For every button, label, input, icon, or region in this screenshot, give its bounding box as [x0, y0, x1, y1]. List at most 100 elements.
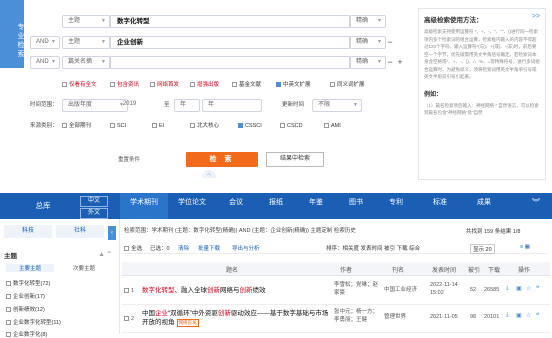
add-row-icon[interactable]: + — [396, 56, 404, 69]
tab-conferences[interactable]: 会议 — [216, 193, 256, 219]
tab-yearbooks[interactable]: 年鉴 — [296, 193, 336, 219]
collapse-sidebar-icon[interactable]: ‹ — [108, 226, 116, 240]
option-bilingual[interactable]: 中英文扩展 — [276, 82, 311, 89]
tab-books[interactable]: 图书 — [336, 193, 376, 219]
row-select[interactable]: 1 — [124, 287, 134, 295]
favorite-icon[interactable]: ☆ — [526, 312, 531, 319]
search-button[interactable]: 检 索 — [186, 152, 258, 167]
result-authors[interactable]: 李雪松；党琳；赵家豪 — [334, 281, 382, 297]
tab-theses[interactable]: 学位论文 — [168, 193, 216, 219]
col-title[interactable]: 题名 — [226, 265, 238, 274]
result-downloads[interactable]: 20101 — [484, 313, 499, 321]
tab-science[interactable]: 科技 — [4, 225, 52, 238]
sort-options[interactable]: 排序：相关度 发表时间 被引 下载 综合 — [326, 244, 420, 252]
professional-search-tab[interactable]: 专业检索 — [0, 0, 24, 68]
row-select[interactable]: 2 — [124, 315, 134, 323]
tab-achievements[interactable]: 成果 — [464, 193, 504, 219]
search-in-results-button[interactable]: 结果中检索 — [266, 152, 324, 167]
tab-chinese[interactable]: 中文 — [80, 196, 108, 207]
expand-help-icon[interactable]: >> — [532, 13, 540, 20]
tab-standards[interactable]: 标准 — [420, 193, 460, 219]
year-from-unit[interactable]: 年 — [174, 99, 200, 112]
cite-icon[interactable]: ❝ — [536, 285, 539, 292]
col-cited[interactable]: 被引 — [468, 265, 480, 274]
source-sci[interactable]: SCI — [110, 123, 126, 130]
favorite-icon[interactable]: ☆ — [526, 285, 531, 292]
sidebar-topic-label: 企业数字化转型(11) — [13, 320, 61, 326]
year-from-value[interactable]: 2019 — [96, 99, 158, 112]
remove-row-icon[interactable]: − — [386, 36, 394, 49]
logic-select-3[interactable]: AND ▼ — [30, 56, 60, 69]
match-select-1-label: 精确 — [356, 18, 369, 24]
sidebar-topic-item[interactable]: 企业数字化转型(11) — [6, 318, 61, 326]
option-full-text[interactable]: 仅看有全文 — [62, 82, 97, 89]
batch-download-button[interactable]: 批量下载 — [198, 244, 220, 252]
sidebar-topic-item[interactable]: 数字化转型(72) — [6, 279, 50, 287]
tab-newspapers[interactable]: 报纸 — [256, 193, 296, 219]
option-online-first[interactable]: 网络首发 — [150, 82, 179, 89]
download-icon[interactable]: ⤓ — [506, 285, 509, 292]
result-downloads[interactable]: 26585 — [484, 286, 499, 294]
search-input-2[interactable]: 企业创新 — [110, 36, 350, 49]
checkbox-icon — [190, 82, 195, 87]
select-all-checkbox[interactable]: 全选 — [124, 244, 142, 252]
source-cssci[interactable]: CSSCI — [238, 123, 262, 130]
tab-foreign[interactable]: 外文 — [80, 208, 108, 219]
result-journal[interactable]: 管理世界 — [384, 313, 406, 321]
sidebar-heading-text: 主题 — [4, 253, 17, 260]
sidebar-topic-item[interactable]: 创新绩效(12) — [6, 305, 45, 313]
result-journal[interactable]: 中国工业经济 — [384, 286, 417, 294]
option-enhanced[interactable]: 增强出版 — [190, 82, 219, 89]
result-title[interactable]: 中国企业“双循环”中外资驱创新驱动效应——基于数字基础与市场开放的视角 网络首发 — [142, 309, 332, 327]
remove-row-icon[interactable]: − — [386, 56, 394, 69]
search-input-3[interactable] — [110, 56, 350, 69]
clear-button[interactable]: 清除 — [178, 244, 189, 252]
source-pku-core[interactable]: 北大核心 — [190, 123, 219, 130]
tab-social-science[interactable]: 社科 — [56, 225, 104, 238]
tab-all-databases[interactable]: 总库 — [14, 193, 72, 219]
year-from-unit-label: 年 — [180, 102, 187, 108]
field-select-3[interactable]: 篇关名摘 ▼ — [62, 56, 110, 69]
sidebar-topic-item[interactable]: 企业数字化(8) — [6, 330, 47, 338]
source-ei[interactable]: EI — [152, 123, 164, 130]
option-fund[interactable]: 基金文献 — [232, 82, 261, 89]
source-all[interactable]: 全部期刊 — [62, 123, 91, 130]
source-ami[interactable]: AMI — [324, 123, 341, 130]
chart-icon[interactable]: ▲ ⌃ — [98, 250, 112, 258]
option-synonym[interactable]: 同义词扩展 — [330, 82, 365, 89]
field-select-2[interactable]: 主题 ▼ — [62, 36, 110, 49]
sidebar-topic-item[interactable]: 企业创新(17) — [6, 292, 45, 300]
page-size-select[interactable]: 显示 20 — [470, 244, 495, 254]
more-tabs-icon[interactable]: ︾ — [526, 193, 546, 219]
option-news[interactable]: 包含资讯 — [110, 82, 139, 89]
view-toggle-icon[interactable]: ≡ ▦ — [520, 244, 530, 250]
update-time-select[interactable]: 不限 ▼ — [312, 99, 362, 112]
tab-secondary-topic[interactable]: 次要主题 — [60, 264, 108, 272]
year-to-select[interactable]: 年 — [202, 99, 262, 112]
reset-button[interactable]: 重置条件 — [118, 155, 140, 163]
match-select-1[interactable]: 精确 ▼ — [350, 15, 386, 28]
source-cscd[interactable]: CSCD — [280, 123, 303, 130]
col-author[interactable]: 作者 — [340, 265, 352, 274]
field-select-1[interactable]: 主题 ▼ — [62, 15, 110, 28]
result-cited[interactable]: 52 — [470, 286, 476, 294]
col-journal[interactable]: 刊名 — [392, 265, 404, 274]
tab-journals[interactable]: 学术期刊 — [120, 193, 168, 219]
download-icon[interactable]: ⤓ — [506, 312, 509, 319]
col-downloads[interactable]: 下载 — [488, 265, 500, 274]
export-analyze-button[interactable]: 导出与分析 — [232, 244, 260, 252]
read-icon[interactable]: ▣ — [516, 285, 522, 292]
logic-select-2[interactable]: AND ▼ — [30, 36, 60, 49]
cite-icon[interactable]: ❝ — [536, 312, 539, 319]
col-date[interactable]: 发表时间 — [432, 265, 456, 274]
match-select-3[interactable]: 精确 ▼ — [350, 56, 386, 69]
search-input-1[interactable]: 数字化转型 — [110, 15, 350, 28]
tab-main-topic[interactable]: 主要主题 — [6, 264, 54, 272]
result-authors[interactable]: 张中元；杨一方；李勇丽；王健 — [334, 308, 382, 324]
match-select-2[interactable]: 精确 ▼ — [350, 36, 386, 49]
result-cited[interactable]: 98 — [470, 313, 476, 321]
result-title[interactable]: 数字化转型、融入全球创新网络与创新绩效 — [142, 286, 338, 295]
tab-patents[interactable]: 专利 — [376, 193, 416, 219]
collapse-panel-icon[interactable]: ︿ — [202, 170, 216, 178]
read-icon[interactable]: ▣ — [516, 312, 522, 319]
